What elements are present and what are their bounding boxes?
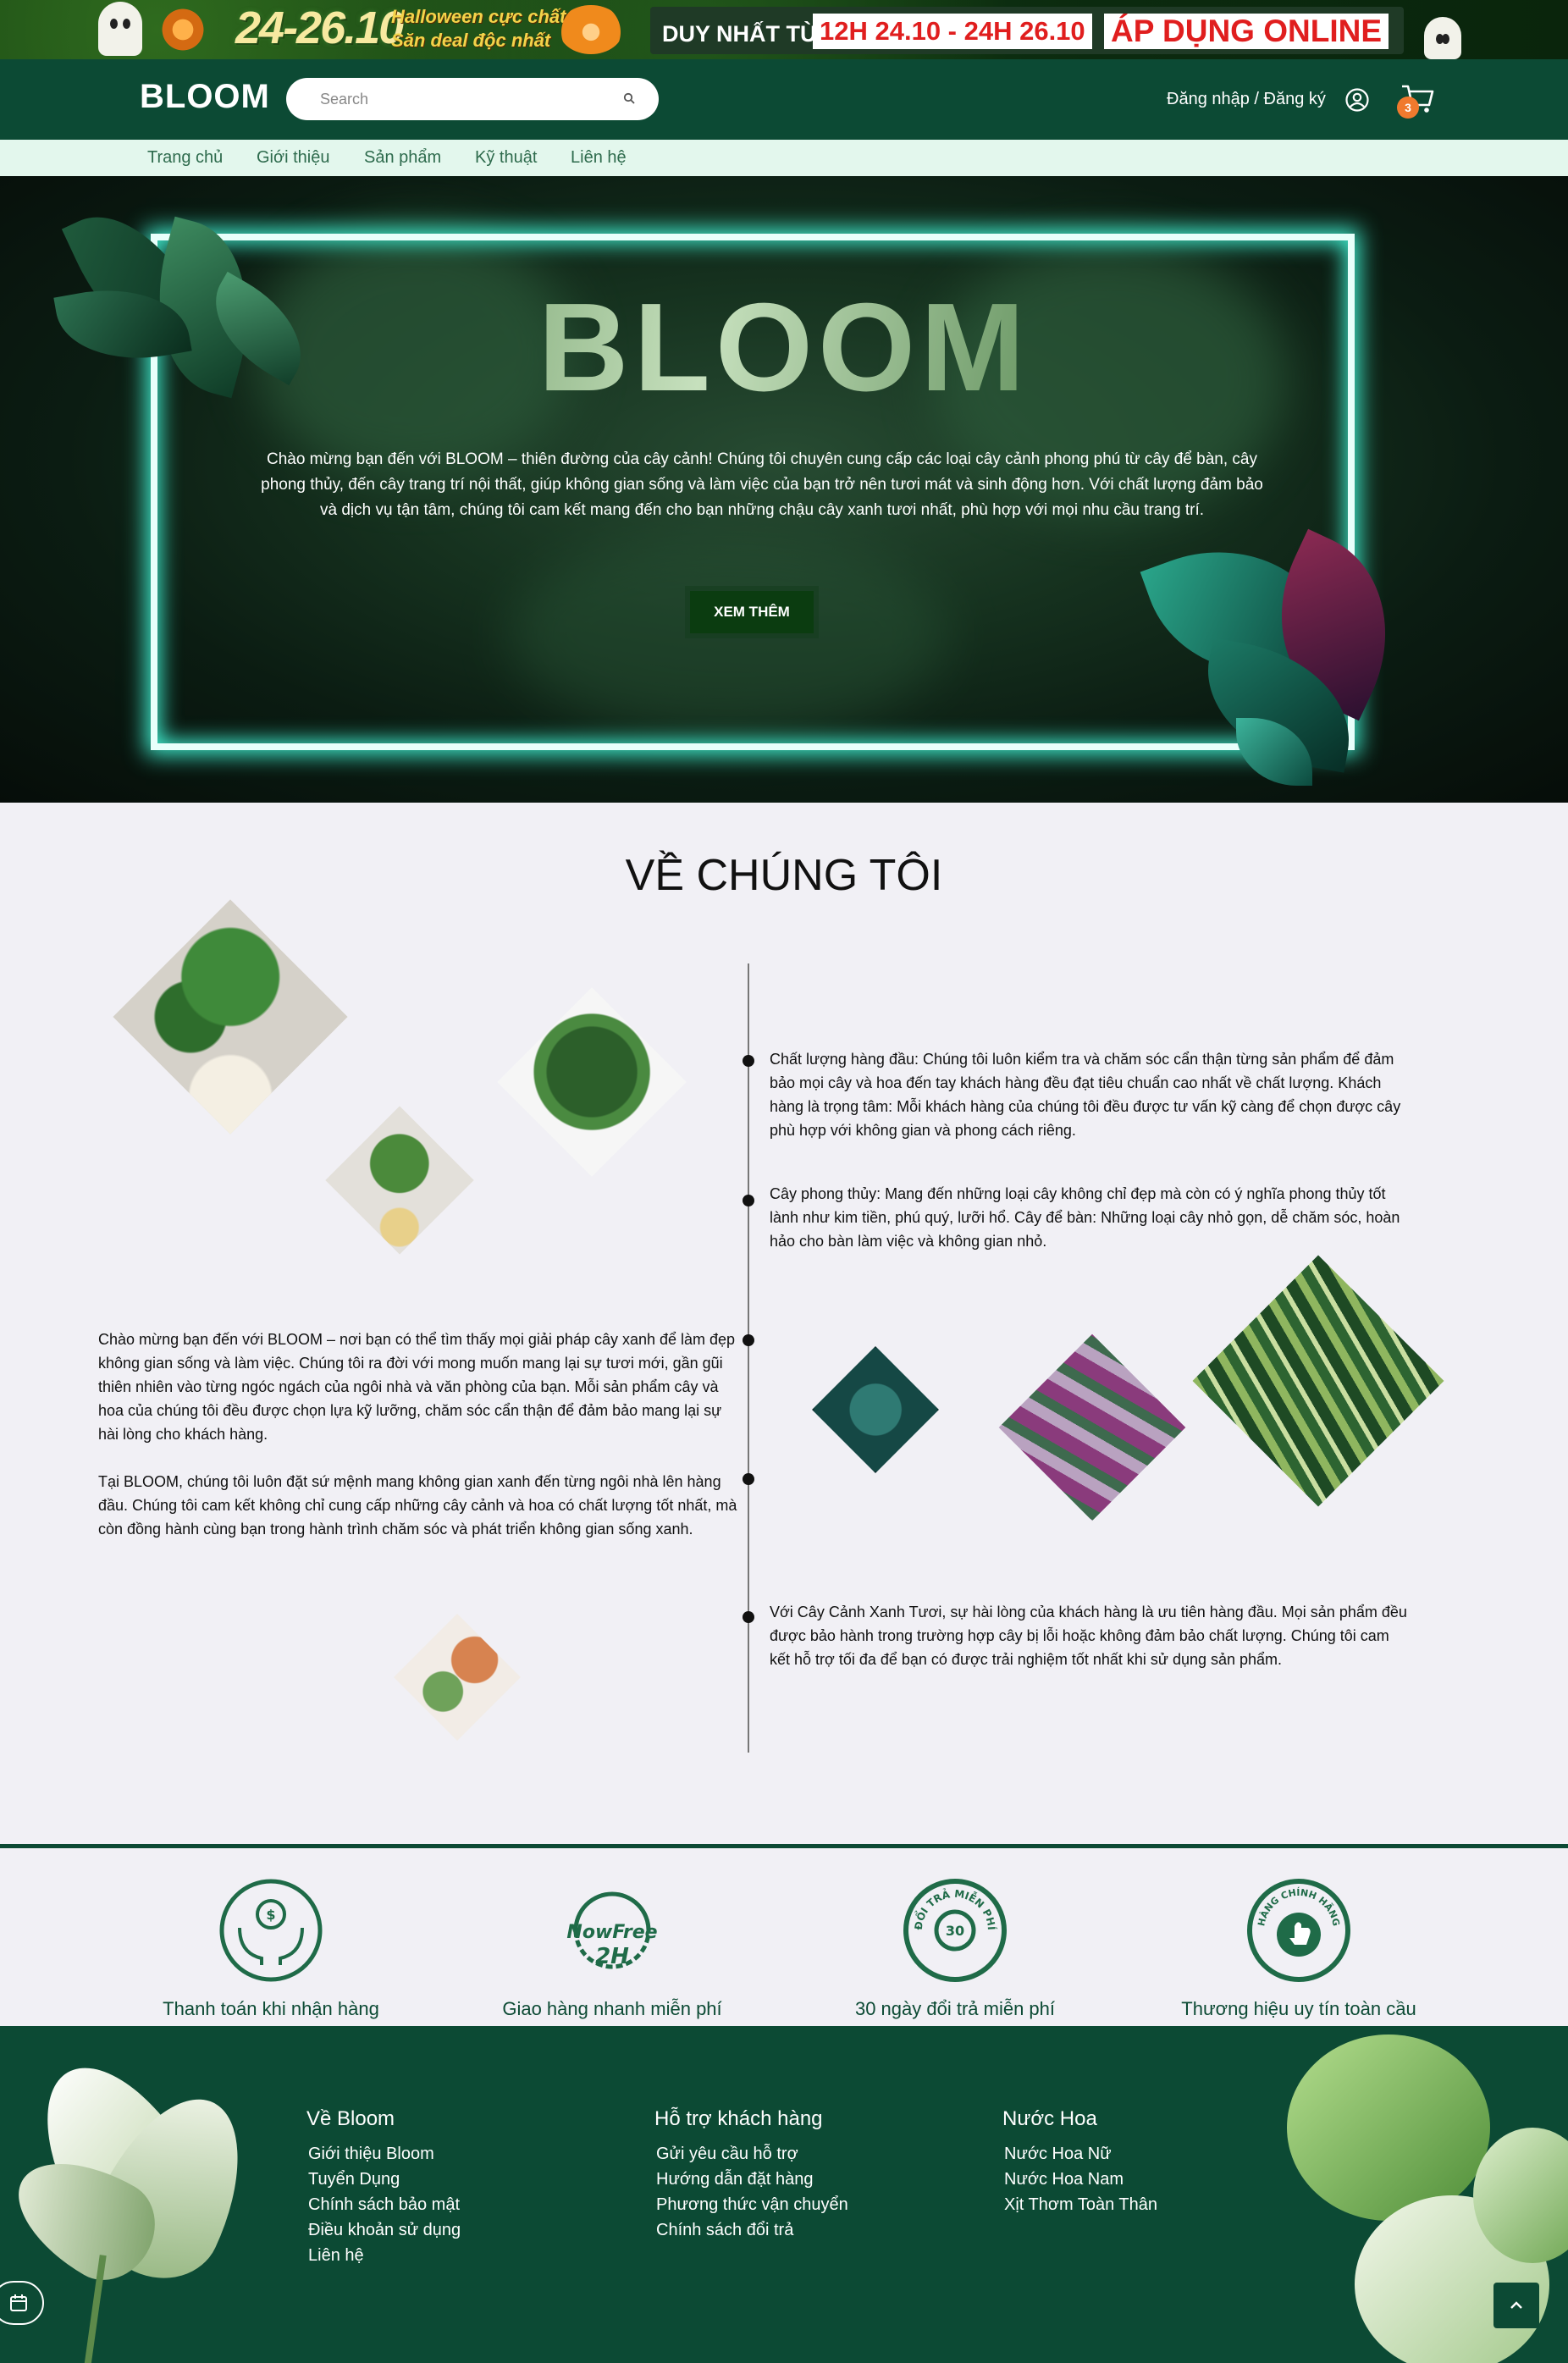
promo-halloween-line1: Halloween cực chất — [391, 6, 566, 27]
promo-halloween-line2: Săn deal độc nhất — [391, 30, 551, 51]
promo-banner[interactable]: 24-26.10 Halloween cực chất Săn deal độc… — [0, 0, 1568, 59]
hero-title: BLOOM — [0, 276, 1568, 420]
svg-text:30: 30 — [946, 1923, 964, 1939]
footer-link[interactable]: Nước Hoa Nam — [1002, 2167, 1157, 2192]
monstera-image — [113, 899, 348, 1135]
site-logo[interactable]: BLOOM — [140, 78, 270, 116]
spider-icon — [157, 7, 208, 52]
genuine-badge-icon: HÀNG CHÍNH HÃNG — [1247, 1879, 1350, 1982]
feature-fast-delivery: NowFree 2H Giao hàng nhanh miễn phí — [468, 1877, 756, 2020]
chevron-up-icon — [1510, 2301, 1522, 2309]
about-text-quality: Chất lượng hàng đầu: Chúng tôi luôn kiểm… — [770, 1051, 1401, 1139]
footer-link[interactable]: Điều khoản sử dụng — [306, 2217, 461, 2243]
hero-section: BLOOM Chào mừng bạn đến với BLOOM – thiê… — [0, 176, 1568, 803]
footer-col-support: Hỗ trợ khách hàng Gửi yêu cầu hỗ trợ Hướ… — [654, 2107, 848, 2243]
nav-item-techniques[interactable]: Kỹ thuật — [475, 148, 537, 168]
user-icon[interactable] — [1344, 87, 1370, 113]
footer-col-title: Về Bloom — [306, 2107, 395, 2130]
footer-link[interactable]: Xịt Thơm Toàn Thân — [1002, 2192, 1157, 2217]
hero-description: Chào mừng bạn đến với BLOOM – thiên đườn… — [261, 450, 1263, 519]
nav-item-products[interactable]: Sản phẩm — [364, 148, 441, 168]
cash-hands-icon: $ — [219, 1879, 323, 1982]
nav-item-contact[interactable]: Liên hệ — [571, 148, 627, 168]
promo-dates: 24-26.10 — [235, 3, 404, 53]
search-input[interactable] — [320, 88, 608, 110]
footer-link[interactable]: Liên hệ — [306, 2243, 461, 2268]
search-icon[interactable] — [623, 92, 635, 104]
svg-text:NowFree: NowFree — [566, 1922, 657, 1943]
nowfree-2h-icon: NowFree 2H — [566, 1891, 658, 1969]
cactus-pot-image — [394, 1614, 521, 1741]
footer-link[interactable]: Gửi yêu cầu hỗ trợ — [654, 2141, 848, 2167]
svg-text:$: $ — [266, 1907, 275, 1923]
see-more-button[interactable]: XEM THÊM — [690, 591, 814, 633]
about-text-welcome: Chào mừng bạn đến với BLOOM – nơi bạn có… — [98, 1331, 736, 1443]
calendar-float-button[interactable] — [0, 2281, 44, 2325]
cart-count-badge: 3 — [1397, 97, 1419, 119]
timeline-line — [748, 963, 749, 1753]
feature-label: Thương hiệu uy tín toàn cầu — [1181, 1998, 1416, 2019]
timeline-dot — [743, 1195, 754, 1206]
return-30-icon: ĐỔI TRẢ MIỄN PHÍ 30 — [903, 1879, 1007, 1982]
site-header: BLOOM Đăng nhập / Đăng ký 3 — [0, 59, 1568, 140]
search-bar — [286, 78, 659, 120]
promo-halloween-text: Halloween cực chất Săn deal độc nhất — [391, 5, 566, 52]
feature-returns: ĐỔI TRẢ MIỄN PHÍ 30 30 ngày đổi trả miễn… — [811, 1877, 1099, 2020]
site-footer: Về Bloom Giới thiệu Bloom Tuyển Dụng Chí… — [0, 2026, 1568, 2363]
footer-link[interactable]: Tuyển Dụng — [306, 2167, 461, 2192]
scroll-to-top-button[interactable] — [1493, 2283, 1539, 2328]
timeline-dot — [743, 1055, 754, 1067]
ghost-icon — [98, 2, 142, 56]
promo-offer-time: 12H 24.10 - 24H 26.10 — [813, 14, 1092, 49]
ghost-icon — [1424, 17, 1461, 59]
svg-text:2H: 2H — [595, 1944, 629, 1969]
footer-link[interactable]: Phương thức vận chuyển — [654, 2192, 848, 2217]
promo-offer-cta: ÁP DỤNG ONLINE — [1104, 14, 1389, 49]
about-text-fengshui: Cây phong thủy: Mang đến những loại cây … — [770, 1185, 1400, 1250]
main-nav: Trang chủ Giới thiệu Sản phẩm Kỹ thuật L… — [0, 140, 1568, 176]
footer-link[interactable]: Chính sách đổi trả — [654, 2217, 848, 2243]
feature-label: 30 ngày đổi trả miễn phí — [854, 1998, 1056, 2019]
features-strip: $ Thanh toán khi nhận hàng NowFree 2H Gi… — [0, 1844, 1568, 2026]
login-register-link[interactable]: Đăng nhập / Đăng ký — [1167, 90, 1326, 109]
feature-label: Giao hàng nhanh miễn phí — [502, 1998, 722, 2019]
footer-link[interactable]: Chính sách bảo mật — [306, 2192, 461, 2217]
footer-link[interactable]: Nước Hoa Nữ — [1002, 2141, 1157, 2167]
tradescantia-image — [998, 1333, 1186, 1521]
footer-col-about: Về Bloom Giới thiệu Bloom Tuyển Dụng Chí… — [306, 2107, 461, 2268]
footer-col-title: Nước Hoa — [1002, 2107, 1097, 2130]
calathea-image — [1192, 1255, 1444, 1507]
footer-link[interactable]: Giới thiệu Bloom — [306, 2141, 461, 2167]
footer-link[interactable]: Hướng dẫn đặt hàng — [654, 2167, 848, 2192]
promo-offer: DUY NHẤT TỪ 12H 24.10 - 24H 26.10 ÁP DỤN… — [650, 7, 1404, 54]
timeline-dot — [743, 1611, 754, 1623]
footer-col-perfume: Nước Hoa Nước Hoa Nữ Nước Hoa Nam Xịt Th… — [1002, 2107, 1157, 2217]
pumpkin-icon — [559, 5, 623, 54]
feature-genuine: HÀNG CHÍNH HÃNG Thương hiệu uy tín toàn … — [1155, 1877, 1443, 2020]
about-text-mission: Tại BLOOM, chúng tôi luôn đặt sứ mệnh ma… — [98, 1473, 737, 1538]
nav-item-about[interactable]: Giới thiệu — [257, 148, 329, 168]
lotus-leaf-decoration — [1287, 2034, 1490, 2221]
feature-cod: $ Thanh toán khi nhận hàng — [127, 1877, 415, 2020]
feature-label: Thanh toán khi nhận hàng — [163, 1998, 379, 2019]
palm-pot-image — [325, 1106, 474, 1255]
about-text-warranty: Với Cây Cảnh Xanh Tươi, sự hài lòng của … — [770, 1604, 1407, 1668]
calendar-icon — [10, 2294, 27, 2311]
nav-item-home[interactable]: Trang chủ — [147, 148, 223, 168]
footer-col-title: Hỗ trợ khách hàng — [654, 2107, 823, 2130]
philodendron-image — [497, 987, 687, 1177]
about-title: VỀ CHÚNG TÔI — [625, 851, 943, 900]
timeline-dot — [743, 1334, 754, 1346]
promo-offer-label: DUY NHẤT TỪ — [662, 21, 820, 47]
cactus-teal-image — [812, 1346, 939, 1473]
